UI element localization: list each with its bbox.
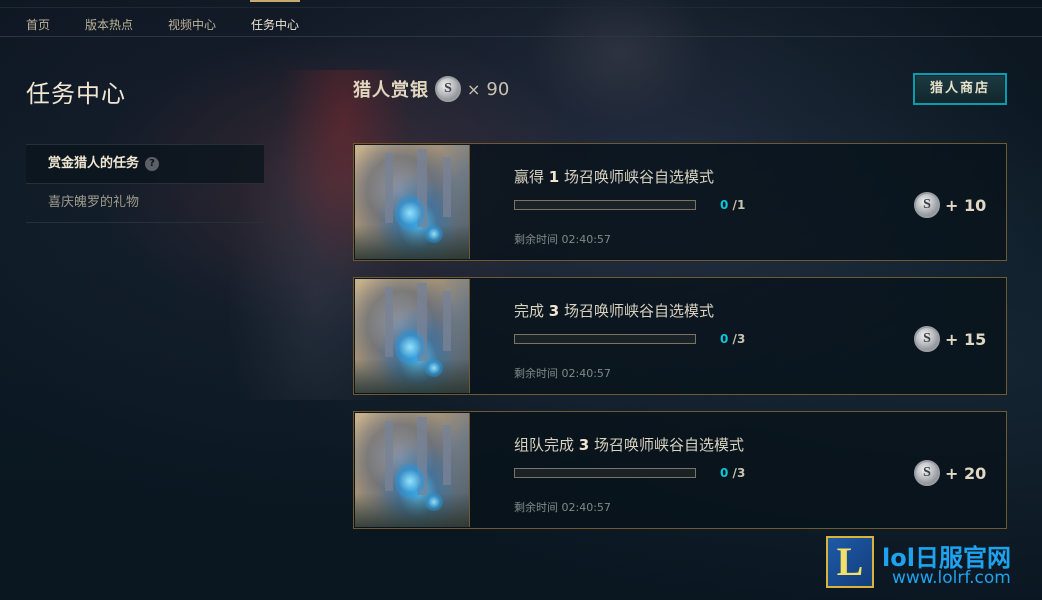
silver-coin-icon: S <box>914 192 940 218</box>
reward-amount: + 10 <box>945 195 987 215</box>
silver-coin-icon: S <box>914 326 940 352</box>
watermark-url: www.lolrf.com <box>892 568 1011 588</box>
site-watermark: L lol日服官网 www.lolrf.com <box>826 536 1036 592</box>
mission-card: 组队完成 3 场召唤师峡谷自选模式 0 /3 剩余时间 02:40:57 S +… <box>353 411 1007 529</box>
mission-title: 组队完成 3 场召唤师峡谷自选模式 <box>514 436 744 454</box>
nav-item-home[interactable]: 首页 <box>26 16 50 33</box>
hunter-shop-button[interactable]: 猎人商店 <box>913 73 1007 105</box>
mission-title: 赢得 1 场召唤师峡谷自选模式 <box>514 168 714 186</box>
currency-label: 猎人赏银 <box>353 80 429 101</box>
mission-thumbnail <box>355 413 470 527</box>
sidebar-item-poro-gift[interactable]: 喜庆魄罗的礼物 <box>26 183 264 223</box>
top-divider <box>0 7 1042 8</box>
mission-timer: 剩余时间 02:40:57 <box>514 367 611 380</box>
watermark-logo-icon: L <box>826 536 874 588</box>
mission-thumbnail <box>355 145 470 259</box>
currency-display: 猎人赏银 S × 90 <box>353 76 509 102</box>
mission-progress-text: 0 /1 <box>720 198 746 212</box>
mission-progress-text: 0 /3 <box>720 466 746 480</box>
mission-reward: S + 15 <box>914 326 986 352</box>
sidebar-item-bounty-hunter-missions[interactable]: 赏金猎人的任务? <box>26 144 264 183</box>
mission-progress-text: 0 /3 <box>720 332 746 346</box>
mission-card: 赢得 1 场召唤师峡谷自选模式 0 /1 剩余时间 02:40:57 S + 1… <box>353 143 1007 261</box>
nav-active-indicator <box>250 0 300 2</box>
mission-progress-bar <box>514 200 696 210</box>
sidebar-item-label: 赏金猎人的任务 <box>48 156 140 171</box>
mission-progress-bar <box>514 334 696 344</box>
sidebar-item-label: 喜庆魄罗的礼物 <box>48 195 140 210</box>
help-icon[interactable]: ? <box>145 156 160 171</box>
mission-progress-bar <box>514 468 696 478</box>
mission-title: 完成 3 场召唤师峡谷自选模式 <box>514 302 714 320</box>
mission-timer: 剩余时间 02:40:57 <box>514 501 611 514</box>
nav-item-mission-center[interactable]: 任务中心 <box>251 16 299 33</box>
silver-coin-icon: S <box>435 76 461 102</box>
reward-amount: + 20 <box>945 463 987 483</box>
mission-reward: S + 20 <box>914 460 986 486</box>
sidebar: 赏金猎人的任务? 喜庆魄罗的礼物 <box>26 144 264 223</box>
mission-card: 完成 3 场召唤师峡谷自选模式 0 /3 剩余时间 02:40:57 S + 1… <box>353 277 1007 395</box>
nav-item-video-center[interactable]: 视频中心 <box>168 16 216 33</box>
reward-amount: + 15 <box>945 329 987 349</box>
currency-amount: 90 <box>486 78 510 100</box>
mission-reward: S + 10 <box>914 192 986 218</box>
nav-item-patch-highlights[interactable]: 版本热点 <box>85 16 133 33</box>
page-title: 任务中心 <box>26 80 126 108</box>
mission-thumbnail <box>355 279 470 393</box>
silver-coin-icon: S <box>914 460 940 486</box>
mission-timer: 剩余时间 02:40:57 <box>514 233 611 246</box>
currency-multiplier: × <box>467 79 481 99</box>
top-navigation: 首页 版本热点 视频中心 任务中心 <box>0 0 1042 37</box>
